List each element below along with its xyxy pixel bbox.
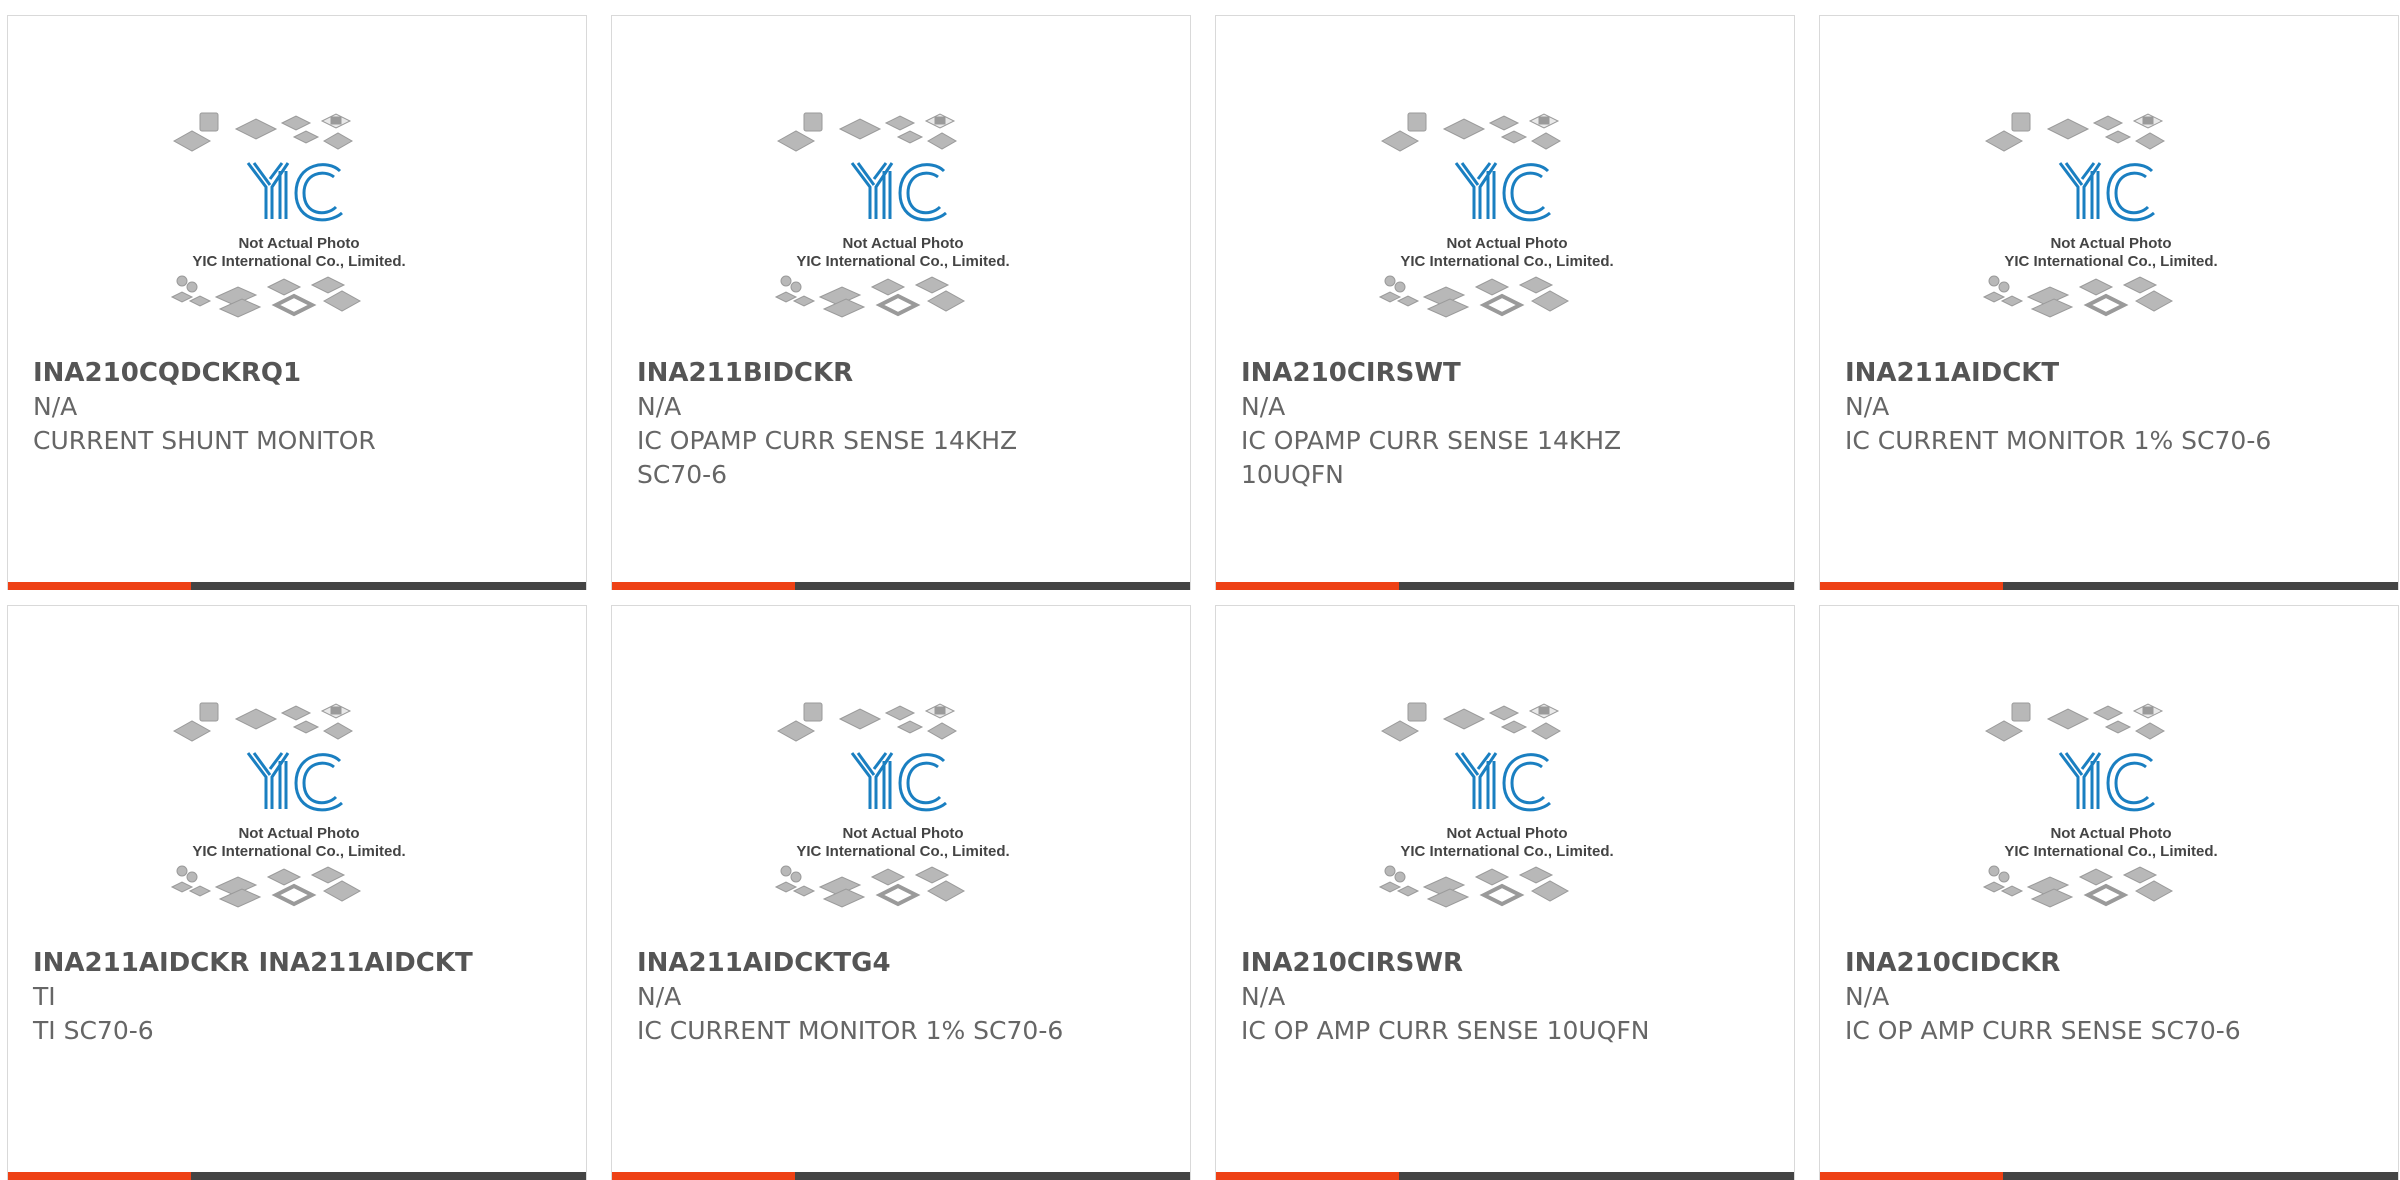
yic-logo-icon [246,162,343,222]
description: IC OP AMP CURR SENSE 10UQFN [1241,1016,1650,1045]
brand: N/A [1241,982,1286,1011]
product-card[interactable]: Not Actual Photo YIC International Co., … [1215,605,1795,1180]
photo-caption-2: YIC International Co., Limited. [192,843,405,860]
photo-caption-2: YIC International Co., Limited. [192,253,405,270]
card-bottom-bar [612,1172,1190,1180]
part-number[interactable]: INA210CQDCKRQ1 [33,356,563,390]
photo-caption-2: YIC International Co., Limited. [2004,253,2217,270]
brand: N/A [637,392,682,421]
photo-caption-2: YIC International Co., Limited. [1400,253,1613,270]
card-bottom-bar [8,1172,586,1180]
card-bottom-bar [1216,582,1794,590]
part-number[interactable]: INA211AIDCKT [1845,356,2375,390]
yic-logo-icon [1454,162,1551,222]
part-number[interactable]: INA211BIDCKR [637,356,1167,390]
not-actual-photo-image: Not Actual Photo YIC International Co., … [1976,101,2246,361]
chip-cluster-top [1380,112,1562,152]
chip-cluster-top [172,112,354,152]
chip-cluster-bottom [1378,275,1570,318]
product-card[interactable]: Not Actual Photo YIC International Co., … [611,605,1191,1180]
chip-cluster-bottom [1982,275,2174,318]
chip-cluster-top [172,702,354,742]
part-number[interactable]: INA210CIRSWT [1241,356,1771,390]
photo-caption-2: YIC International Co., Limited. [796,253,1009,270]
card-bottom-bar [1216,1172,1794,1180]
part-number[interactable]: INA211AIDCKTG4 [637,946,1167,980]
photo-caption-1: Not Actual Photo [1446,825,1567,842]
photo-caption-2: YIC International Co., Limited. [2004,843,2217,860]
product-card[interactable]: Not Actual Photo YIC International Co., … [7,605,587,1180]
photo-caption-2: YIC International Co., Limited. [796,843,1009,860]
yic-logo-icon [1454,752,1551,812]
description: IC OPAMP CURR SENSE 14KHZ SC70-6 [637,426,1018,489]
brand: N/A [637,982,682,1011]
chip-cluster-bottom [170,275,362,318]
chip-cluster-bottom [1982,865,2174,908]
card-bottom-bar [8,582,586,590]
photo-caption-1: Not Actual Photo [238,235,359,252]
description: CURRENT SHUNT MONITOR [33,426,376,455]
chip-cluster-bottom [774,275,966,318]
description: IC CURRENT MONITOR 1% SC70-6 [1845,426,2272,455]
description: IC OP AMP CURR SENSE SC70-6 [1845,1016,2241,1045]
chip-cluster-top [1984,112,2166,152]
card-bottom-bar [1820,582,2398,590]
chip-cluster-top [1380,702,1562,742]
not-actual-photo-image: Not Actual Photo YIC International Co., … [1372,691,1642,951]
description: TI SC70-6 [33,1016,154,1045]
not-actual-photo-image: Not Actual Photo YIC International Co., … [768,101,1038,361]
photo-caption-2: YIC International Co., Limited. [1400,843,1613,860]
chip-cluster-bottom [170,865,362,908]
photo-caption-1: Not Actual Photo [2050,235,2171,252]
card-bottom-bar [612,582,1190,590]
yic-logo-icon [2058,752,2155,812]
part-number[interactable]: INA210CIRSWR [1241,946,1771,980]
product-card[interactable]: Not Actual Photo YIC International Co., … [1215,15,1795,590]
yic-logo-icon [2058,162,2155,222]
not-actual-photo-image: Not Actual Photo YIC International Co., … [1372,101,1642,361]
brand: N/A [1241,392,1286,421]
chip-cluster-top [776,112,958,152]
brand: N/A [33,392,78,421]
yic-logo-icon [850,162,947,222]
yic-logo-icon [246,752,343,812]
card-bottom-bar [1820,1172,2398,1180]
brand: N/A [1845,982,1890,1011]
photo-caption-1: Not Actual Photo [238,825,359,842]
photo-caption-1: Not Actual Photo [1446,235,1567,252]
product-card[interactable]: Not Actual Photo YIC International Co., … [611,15,1191,590]
not-actual-photo-image: Not Actual Photo YIC International Co., … [164,101,434,361]
photo-caption-1: Not Actual Photo [842,235,963,252]
chip-cluster-bottom [774,865,966,908]
description: IC CURRENT MONITOR 1% SC70-6 [637,1016,1064,1045]
chip-cluster-top [776,702,958,742]
product-card[interactable]: Not Actual Photo YIC International Co., … [7,15,587,590]
photo-caption-1: Not Actual Photo [842,825,963,842]
not-actual-photo-image: Not Actual Photo YIC International Co., … [164,691,434,951]
not-actual-photo-image: Not Actual Photo YIC International Co., … [768,691,1038,951]
part-number[interactable]: INA211AIDCKR INA211AIDCKT [33,946,563,980]
description: IC OPAMP CURR SENSE 14KHZ 10UQFN [1241,426,1622,489]
product-card[interactable]: Not Actual Photo YIC International Co., … [1819,15,2399,590]
chip-cluster-bottom [1378,865,1570,908]
product-card[interactable]: Not Actual Photo YIC International Co., … [1819,605,2399,1180]
chip-cluster-top [1984,702,2166,742]
part-number[interactable]: INA210CIDCKR [1845,946,2375,980]
yic-logo-icon [850,752,947,812]
photo-caption-1: Not Actual Photo [2050,825,2171,842]
brand: TI [33,982,56,1011]
product-grid: Not Actual Photo YIC International Co., … [7,15,2399,1180]
not-actual-photo-image: Not Actual Photo YIC International Co., … [1976,691,2246,951]
brand: N/A [1845,392,1890,421]
